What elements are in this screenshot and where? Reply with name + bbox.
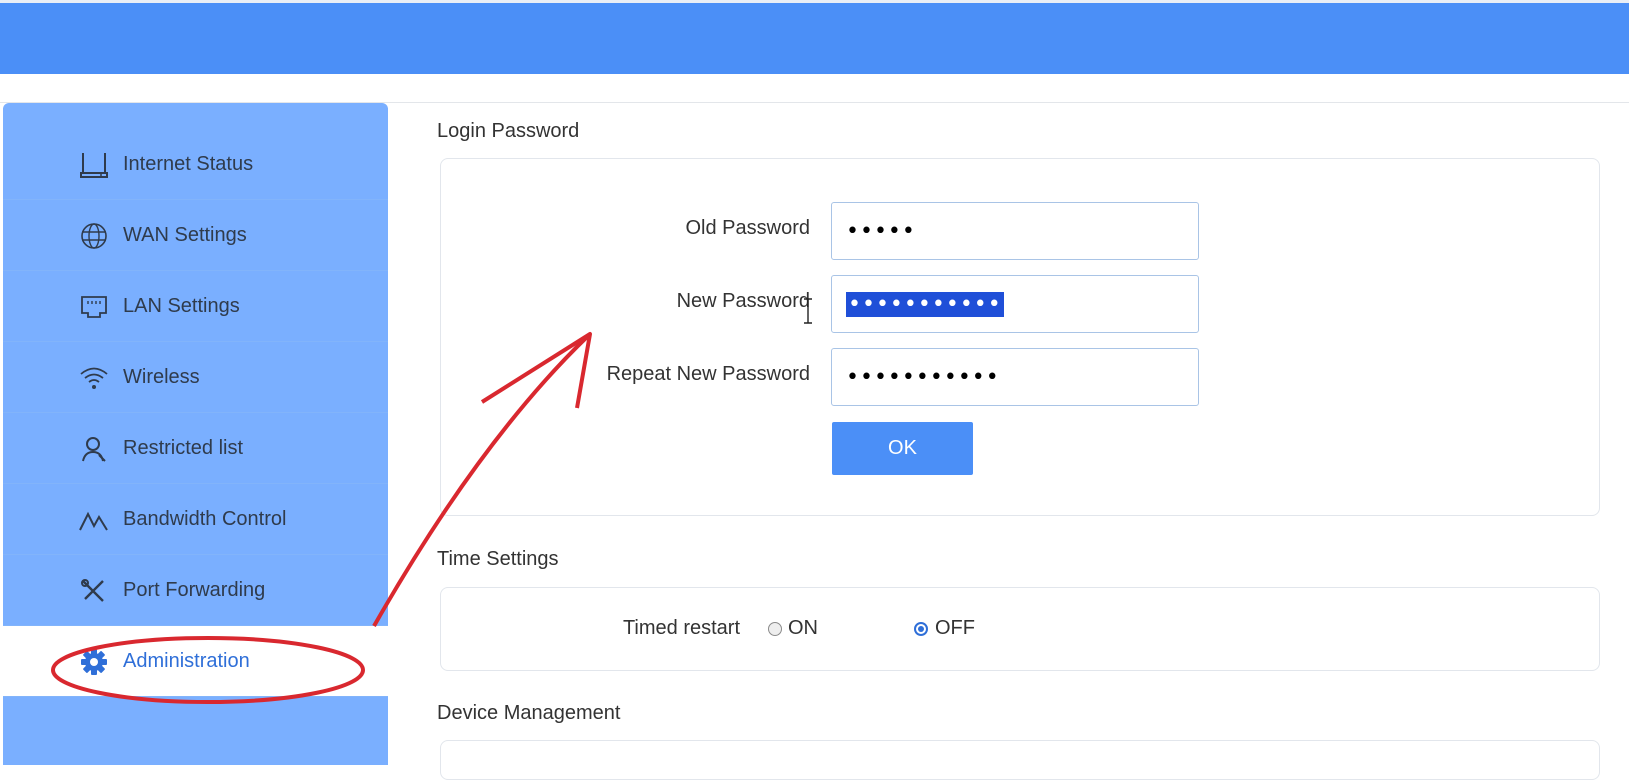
router-icon <box>79 151 109 179</box>
sidebar-item-label: Internet Status <box>123 153 254 175</box>
new-password-input[interactable]: ••••••••••• <box>831 275 1199 333</box>
sidebar-item-label: Administration <box>123 650 250 672</box>
sidebar-item-label: WAN Settings <box>123 224 247 246</box>
sidebar-item-label: Wireless <box>123 366 200 388</box>
top-header-bar <box>0 0 1629 74</box>
repeat-password-input[interactable]: ••••••••••• <box>831 348 1199 406</box>
user-icon <box>79 435 109 463</box>
sidebar-item-bandwidth-control[interactable]: Bandwidth Control <box>3 484 388 555</box>
sidebar-item-label: Port Forwarding <box>123 579 266 601</box>
sidebar-item-restricted-list[interactable]: Restricted list <box>3 413 388 484</box>
repeat-password-value: ••••••••••• <box>846 364 1000 390</box>
sidebar-item-port-forwarding[interactable]: Port Forwarding <box>3 555 388 626</box>
sidebar-item-label: Bandwidth Control <box>123 508 287 530</box>
sidebar-item-wan-settings[interactable]: WAN Settings <box>3 200 388 271</box>
timed-restart-off-label[interactable]: OFF <box>935 617 975 640</box>
sidebar-item-label: LAN Settings <box>123 295 240 317</box>
timed-restart-on-label[interactable]: ON <box>788 617 818 640</box>
text-cursor-icon <box>804 298 812 324</box>
device-management-panel <box>440 740 1600 780</box>
tools-icon <box>79 577 109 605</box>
device-management-title: Device Management <box>437 702 621 724</box>
bandwidth-icon <box>79 506 109 534</box>
ethernet-port-icon <box>79 293 109 321</box>
new-password-value: ••••••••••• <box>846 291 1004 317</box>
sidebar-item-lan-settings[interactable]: LAN Settings <box>3 271 388 342</box>
old-password-label: Old Password <box>685 217 811 239</box>
wifi-icon <box>79 364 109 392</box>
timed-restart-off-radio[interactable] <box>914 622 928 636</box>
time-settings-title: Time Settings <box>437 548 559 570</box>
globe-icon <box>79 222 109 250</box>
login-password-title: Login Password <box>437 120 580 142</box>
timed-restart-label: Timed restart <box>622 617 740 639</box>
sidebar-item-administration[interactable]: Administration <box>3 626 388 697</box>
sidebar-item-wireless[interactable]: Wireless <box>3 342 388 413</box>
timed-restart-on-radio[interactable] <box>768 622 782 636</box>
ok-button[interactable]: OK <box>832 422 973 475</box>
repeat-password-label: Repeat New Password <box>606 363 810 385</box>
sidebar: Internet Status WAN Settings LAN Setting… <box>3 103 388 765</box>
old-password-input[interactable]: ••••• <box>831 202 1199 260</box>
gear-icon <box>79 648 109 676</box>
old-password-value: ••••• <box>846 218 916 244</box>
new-password-label: New Password <box>676 290 810 312</box>
sidebar-item-internet-status[interactable]: Internet Status <box>3 129 388 200</box>
sidebar-item-label: Restricted list <box>123 437 244 459</box>
